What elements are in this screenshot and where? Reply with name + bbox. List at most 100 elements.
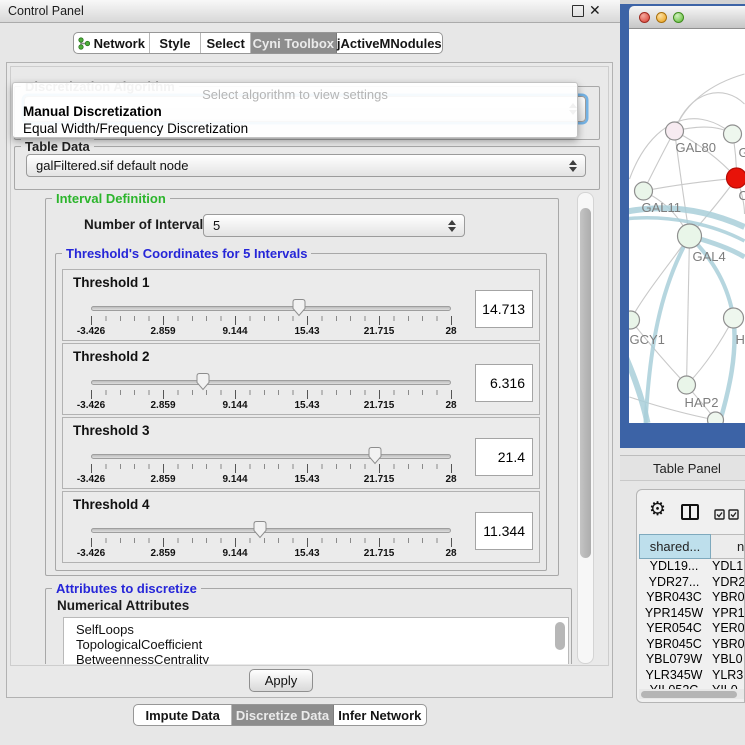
num-intervals-label: Number of Intervals (84, 217, 211, 232)
tab-discretize-data[interactable]: Discretize Data (232, 705, 333, 725)
table-row[interactable]: YPR145WYPR1 (639, 606, 745, 622)
threshold-3-slider[interactable]: -3.426 2.859 9.144 15.43 21.715 28 (91, 446, 451, 488)
svg-text:GAL4: GAL4 (693, 249, 726, 264)
tab-network[interactable]: Network (74, 33, 150, 53)
table-row[interactable]: YBL079WYBL0 (639, 652, 745, 668)
column-header-name[interactable]: na (711, 534, 745, 559)
tab-infer-network[interactable]: Infer Network (334, 705, 426, 725)
threshold-2-value-field[interactable]: 6.316 (475, 364, 533, 402)
node-top-right[interactable] (724, 125, 742, 143)
svg-text:GCY1: GCY1 (630, 332, 665, 347)
node-hap2[interactable] (678, 376, 696, 394)
float-window-icon[interactable] (572, 5, 584, 17)
list-scrollbar[interactable] (555, 622, 565, 650)
slider-thumb[interactable] (291, 298, 307, 317)
tab-network-label: Network (94, 36, 145, 51)
settings-scrollbar[interactable] (577, 192, 594, 664)
close-traffic-light[interactable] (639, 12, 650, 23)
application-window: Control Panel ✕ Network Style Select Cyn… (0, 0, 745, 745)
dropdown-option-manual[interactable]: Manual Discretization (23, 104, 162, 119)
table-data-combobox[interactable]: galFiltered.sif default node (26, 154, 586, 177)
table-row[interactable]: YLR345WYLR3 (639, 668, 745, 684)
node-red-selected[interactable] (727, 168, 745, 188)
gear-icon[interactable]: ⚙ (649, 500, 666, 519)
slider-track[interactable] (91, 454, 451, 459)
scrollbar-thumb[interactable] (641, 691, 737, 698)
checkbox-icon[interactable] (728, 509, 739, 520)
tab-jactivemnodules[interactable]: jActiveMNodules (337, 33, 442, 53)
num-intervals-value: 5 (213, 218, 220, 233)
slider-track[interactable] (91, 528, 451, 533)
node-right-mid[interactable] (724, 308, 744, 328)
table-panel-title: Table Panel (653, 461, 721, 476)
threshold-1-slider[interactable]: -3.426 2.859 9.144 15.43 21.715 28 (91, 298, 451, 340)
tab-impute-data[interactable]: Impute Data (134, 705, 232, 725)
slider-major-ticks (91, 464, 453, 473)
split-columns-icon[interactable] (681, 504, 699, 520)
dropdown-option-equal-width[interactable]: Equal Width/Frequency Discretization (23, 121, 248, 136)
minimize-traffic-light[interactable] (656, 12, 667, 23)
slider-major-ticks (91, 538, 453, 547)
scrollbar-thumb[interactable] (580, 208, 591, 558)
control-panel-title: Control Panel (8, 4, 84, 18)
column-header-shared-name[interactable]: shared... (639, 534, 711, 559)
svg-text:GAL80: GAL80 (676, 140, 716, 155)
numerical-attributes-list[interactable]: SelfLoops TopologicalCoefficient Between… (63, 617, 569, 664)
list-item[interactable]: SelfLoops (76, 622, 134, 637)
slider-thumb[interactable] (195, 372, 211, 391)
table-row[interactable]: YDL19...YDL1 (639, 559, 745, 575)
table-rows: YDL19...YDL1 YDR27...YDR2 YBR043CYBR0 YP… (639, 559, 745, 689)
threshold-2-panel: Threshold 2 -3.426 2.859 9.144 15.43 21.… (62, 343, 540, 415)
node-gcy1[interactable] (629, 311, 640, 329)
num-intervals-combobox[interactable]: 5 (203, 214, 465, 237)
threshold-1-panel: Threshold 1 -3.426 2.859 9.144 15.43 21.… (62, 269, 540, 341)
threshold-3-label: Threshold 3 (73, 423, 150, 438)
table-data-group-title: Table Data (21, 139, 94, 154)
threshold-2-slider[interactable]: -3.426 2.859 9.144 15.43 21.715 28 (91, 372, 451, 414)
node-gal80[interactable] (666, 122, 684, 140)
close-icon[interactable]: ✕ (589, 2, 601, 19)
tab-cyni-toolbox[interactable]: Cyni Toolbox (251, 33, 337, 53)
slider-major-ticks (91, 316, 453, 325)
interval-definition-title: Interval Definition (52, 191, 170, 206)
table-horizontal-scrollbar[interactable] (639, 689, 744, 699)
cyni-mode-tabs: Impute Data Discretize Data Infer Networ… (133, 704, 427, 726)
threshold-1-value-field[interactable]: 14.713 (475, 290, 533, 328)
zoom-traffic-light[interactable] (673, 12, 684, 23)
threshold-3-value-field[interactable]: 21.4 (475, 438, 533, 476)
checkbox-icon[interactable] (714, 509, 725, 520)
node-gal4[interactable] (678, 224, 702, 248)
node-gal11[interactable] (635, 182, 653, 200)
list-item[interactable]: TopologicalCoefficient (76, 637, 202, 652)
slider-thumb[interactable] (252, 520, 268, 539)
svg-text:H: H (736, 332, 745, 347)
attributes-group: Attributes to discretize Numerical Attri… (45, 588, 572, 664)
slider-track[interactable] (91, 380, 451, 385)
svg-text:GAL11: GAL11 (642, 200, 682, 215)
slider-major-ticks (91, 390, 453, 399)
table-panel-titlebar: Table Panel (620, 455, 745, 481)
threshold-4-value-field[interactable]: 11.344 (475, 512, 533, 550)
threshold-1-label: Threshold 1 (73, 275, 150, 290)
table-row[interactable]: YER054CYER0 (639, 621, 745, 637)
attributes-group-title: Attributes to discretize (52, 581, 201, 596)
threshold-4-slider[interactable]: -3.426 2.859 9.144 15.43 21.715 28 (91, 520, 451, 562)
tab-style[interactable]: Style (150, 33, 202, 53)
node-bottom-partial[interactable] (708, 412, 724, 423)
network-nodes[interactable] (629, 122, 745, 423)
svg-text:G: G (739, 145, 745, 160)
list-item[interactable]: BetweennessCentrality (76, 652, 209, 664)
apply-button[interactable]: Apply (249, 669, 313, 692)
table-row[interactable]: YBR043CYBR0 (639, 590, 745, 606)
network-view-canvas[interactable]: GAL80 G C GAL11 GAL4 GCY1 H HAP2 (629, 29, 745, 423)
threshold-4-label: Threshold 4 (73, 497, 150, 512)
threshold-2-label: Threshold 2 (73, 349, 150, 364)
tab-select[interactable]: Select (201, 33, 251, 53)
control-panel-tabs: Network Style Select Cyni Toolbox jActiv… (73, 32, 443, 54)
slider-thumb[interactable] (367, 446, 383, 465)
dropdown-hint-item[interactable]: Select algorithm to view settings (13, 87, 577, 102)
table-row[interactable]: YBR045CYBR0 (639, 637, 745, 653)
slider-track[interactable] (91, 306, 451, 311)
threshold-4-panel: Threshold 4 -3.426 2.859 9.144 15.43 21.… (62, 491, 540, 563)
table-row[interactable]: YDR27...YDR2 (639, 575, 745, 591)
